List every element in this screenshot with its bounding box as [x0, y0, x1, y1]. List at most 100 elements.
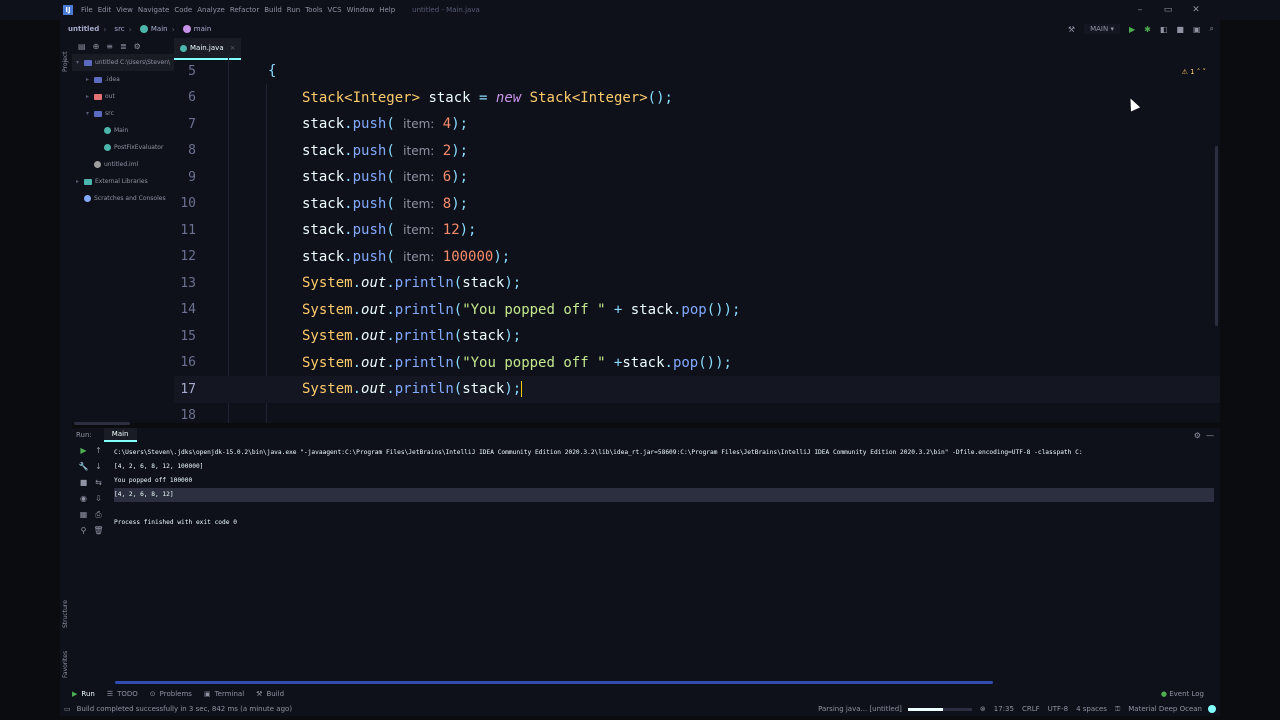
project-structure-icon[interactable]: ▣ [1193, 25, 1201, 34]
menu-view[interactable]: View [116, 6, 138, 14]
code-line[interactable]: 13 System.out.println(stack); [174, 270, 1220, 297]
code-line[interactable]: 16 System.out.println("You popped off " +… [174, 350, 1220, 377]
tree-item[interactable]: ▾ src [72, 105, 174, 122]
code-line[interactable]: 10 stack.push( item: 8); [174, 191, 1220, 218]
editor-scrollbar[interactable] [1215, 146, 1218, 326]
code-line[interactable]: 11 stack.push( item: 12); [174, 217, 1220, 244]
menu-code[interactable]: Code [174, 6, 197, 14]
gear-icon[interactable]: ⚙ [134, 42, 141, 51]
gear-icon[interactable]: ⚙ [1194, 431, 1201, 440]
hammer-icon[interactable]: ⚒ [1068, 25, 1075, 34]
cancel-task-icon[interactable]: ⊗ [980, 705, 986, 713]
structure-tool-button[interactable]: Structure [62, 600, 69, 628]
scroll-to-end-icon[interactable]: ⇩ [91, 494, 106, 510]
tool-terminal[interactable]: ▣ Terminal [204, 690, 244, 698]
soft-wrap-icon[interactable]: ⇆ [91, 478, 106, 494]
code-area[interactable]: 5{6 Stack<Integer> stack = new Stack<Inte… [174, 58, 1220, 423]
debug-icon[interactable]: ✱ [1144, 25, 1151, 34]
breadcrumb-class[interactable]: Main › [139, 25, 175, 34]
console-output[interactable]: C:\Users\Steven\.jdks\openjdk-15.0.2\bin… [114, 446, 1214, 530]
wrench-icon[interactable]: 🔧 [76, 462, 91, 478]
menu-tools[interactable]: Tools [305, 6, 327, 14]
chevron-right-icon[interactable]: ▸ [86, 93, 94, 100]
tool-build[interactable]: ⚒ Build [256, 690, 284, 698]
menu-refactor[interactable]: Refactor [230, 6, 264, 14]
project-tool-button[interactable]: Project [62, 51, 69, 72]
stop-icon[interactable]: ■ [76, 478, 91, 494]
close-tab-icon[interactable]: × [230, 44, 236, 52]
breadcrumb-src[interactable]: src › [114, 25, 131, 34]
restore-button[interactable]: ▭ [1154, 0, 1182, 20]
menu-navigate[interactable]: Navigate [138, 6, 174, 14]
coverage-icon[interactable]: ◧ [1160, 25, 1168, 34]
arrow-up-icon[interactable]: ↑ [91, 446, 106, 462]
code-line[interactable]: 17 System.out.println(stack); [174, 376, 1220, 403]
menu-edit[interactable]: Edit [98, 6, 117, 14]
tab-main-java[interactable]: Main.java × [174, 38, 242, 60]
code-line[interactable]: 5{ [174, 58, 1220, 85]
menu-help[interactable]: Help [379, 6, 400, 14]
collapse-all-icon[interactable]: ≣ [120, 42, 127, 51]
code-line[interactable]: 12 stack.push( item: 100000); [174, 244, 1220, 271]
project-panel-scrollbar[interactable] [74, 422, 130, 425]
event-log-button[interactable]: ● Event Log [1161, 690, 1204, 698]
menu-window[interactable]: Window [347, 6, 380, 14]
close-button[interactable]: ✕ [1182, 0, 1210, 20]
chevron-down-icon[interactable]: ▾ [86, 110, 94, 117]
lock-icon[interactable]: ⚿ [1115, 705, 1120, 714]
menu-analyze[interactable]: Analyze [197, 6, 230, 14]
tree-item[interactable]: Main [72, 122, 174, 139]
favorites-tool-button[interactable]: Favorites [62, 651, 69, 678]
menu-file[interactable]: File [81, 6, 98, 14]
run-configuration-select[interactable]: MAIN ▾ [1084, 24, 1120, 34]
status-toggle-icon[interactable]: ▭ [64, 705, 71, 713]
notification-icon[interactable] [1208, 705, 1216, 713]
run-icon[interactable]: ▶ [1129, 25, 1135, 34]
chevron-down-icon[interactable]: ▾ [76, 59, 84, 66]
chevron-right-icon[interactable]: ▸ [86, 76, 94, 83]
search-icon[interactable]: ⌕ [1210, 24, 1214, 34]
stop-icon[interactable]: ■ [1176, 25, 1184, 34]
code-line[interactable]: 15 System.out.println(stack); [174, 323, 1220, 350]
breadcrumb-project[interactable]: untitled › [68, 25, 106, 34]
hide-icon[interactable]: — [1206, 431, 1214, 440]
view-mode-icon[interactable]: ▤ [78, 42, 86, 51]
theme-name[interactable]: Material Deep Ocean [1128, 705, 1202, 713]
code-line[interactable]: 14 System.out.println("You popped off " +… [174, 297, 1220, 324]
code-line[interactable]: 9 stack.push( item: 6); [174, 164, 1220, 191]
print-icon[interactable]: ⎙ [91, 510, 106, 526]
camera-icon[interactable]: ◉ [76, 494, 91, 510]
background-task-label[interactable]: Parsing java... [untitled] [818, 705, 902, 713]
tree-item[interactable]: ▸ .idea [72, 71, 174, 88]
run-tab-main[interactable]: Main [103, 428, 137, 442]
layout-icon[interactable]: ▦ [76, 510, 91, 526]
tree-item[interactable]: ▸ External Libraries [72, 173, 174, 190]
code-line[interactable]: 8 stack.push( item: 2); [174, 138, 1220, 165]
breadcrumb-method[interactable]: main [182, 25, 211, 33]
tool-problems[interactable]: ⊙ Problems [150, 690, 192, 698]
trash-icon[interactable]: 🗑 [91, 526, 106, 542]
caret-position[interactable]: 17:35 [994, 705, 1014, 713]
tree-item[interactable]: PostFixEvaluator [72, 139, 174, 156]
minimize-button[interactable]: – [1126, 0, 1154, 20]
chevron-right-icon[interactable]: ▸ [76, 178, 84, 185]
rerun-icon[interactable]: ▶ [76, 446, 91, 462]
expand-all-icon[interactable]: ≡ [106, 42, 113, 51]
code-line[interactable]: 6 Stack<Integer> stack = new Stack<Intege… [174, 85, 1220, 112]
status-message[interactable]: Build completed successfully in 3 sec, 8… [77, 705, 292, 713]
tool-run[interactable]: ▶ Run [72, 690, 95, 698]
code-line[interactable]: 7 stack.push( item: 4); [174, 111, 1220, 138]
menu-run[interactable]: Run [287, 6, 305, 14]
pin-icon[interactable]: ⚲ [76, 526, 91, 542]
indent-setting[interactable]: 4 spaces [1076, 705, 1107, 713]
code-line[interactable]: 18 [174, 403, 1220, 423]
tree-item[interactable]: ▸ out [72, 88, 174, 105]
menu-build[interactable]: Build [264, 6, 287, 14]
tree-item[interactable]: Scratches and Consoles [72, 190, 174, 207]
code-editor[interactable]: Main.java × ⚠ 1 ˄ ˅ 5{6 Stack<Integer> st… [174, 38, 1220, 423]
tree-item[interactable]: untitled.iml [72, 156, 174, 173]
arrow-down-icon[interactable]: ↓ [91, 462, 106, 478]
tool-todo[interactable]: ☰ TODO [107, 690, 138, 698]
line-separator[interactable]: CRLF [1022, 705, 1040, 713]
tree-item[interactable]: ▾ untitled C:\Users\Steven\ [72, 54, 174, 71]
